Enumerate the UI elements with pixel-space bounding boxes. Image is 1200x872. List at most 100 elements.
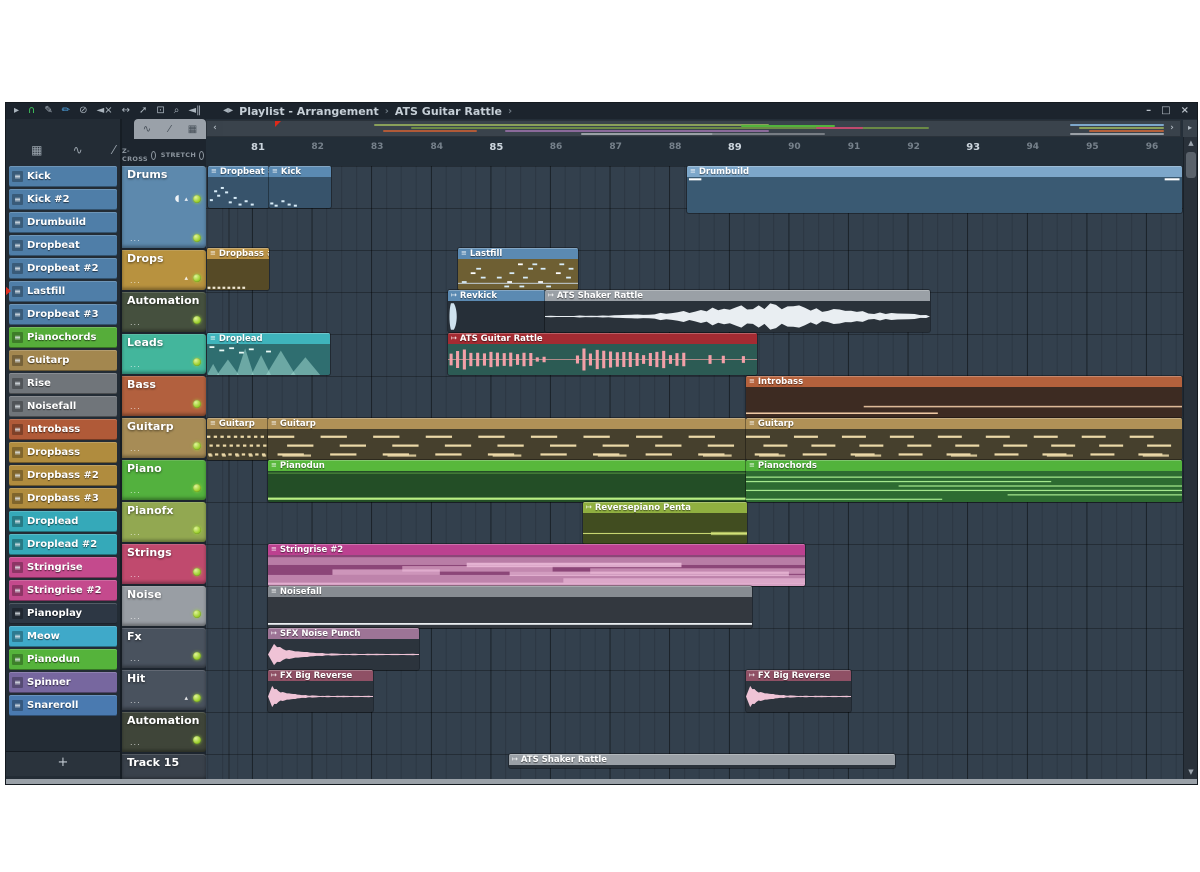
clip-introbass[interactable]: ≡Introbass (746, 376, 1182, 418)
minimize-button[interactable]: – (1146, 104, 1151, 118)
pattern-item-kick[interactable]: ≡Kick (9, 166, 117, 187)
snap-magnet-icon[interactable]: ∩ (28, 104, 35, 118)
pattern-item-dropbeat-3[interactable]: ≡Dropbeat #3 (9, 304, 117, 325)
track-menu-dots[interactable]: ... (130, 486, 141, 495)
clip-dropbass-2[interactable]: ≡Dropbass #2 (207, 248, 269, 290)
preview-speaker-icon[interactable]: ◄‖ (188, 104, 201, 118)
track-header-automation[interactable]: Automation... (122, 292, 206, 332)
track-mute-led[interactable] (193, 442, 201, 450)
track-mute-led[interactable] (193, 568, 201, 576)
track-header-pianofx[interactable]: Pianofx... (122, 502, 206, 542)
track-mute-led[interactable] (193, 195, 201, 203)
track-header-guitarp[interactable]: Guitarp... (122, 418, 206, 458)
clip-pianochords[interactable]: ≡Pianochords (746, 460, 1182, 502)
track-mute-led[interactable] (193, 736, 201, 744)
track-speaker-icon[interactable]: ◖ (175, 194, 180, 204)
draw-brush-icon[interactable]: ✏ (62, 104, 70, 118)
track-collapse-icon[interactable]: ▴ (184, 274, 188, 282)
track-header-track-15[interactable]: Track 15 (122, 754, 206, 780)
maximize-button[interactable]: □ (1161, 104, 1170, 118)
scroll-right-button[interactable]: › (1164, 121, 1180, 136)
clip-droplead[interactable]: ≡Droplead (207, 333, 330, 375)
paperclip-icon[interactable]: ✎ (44, 104, 52, 118)
track-mute-led[interactable] (193, 484, 201, 492)
track-collapse-icon[interactable]: ▴ (184, 694, 188, 702)
pattern-item-droplead-2[interactable]: ≡Droplead #2 (9, 534, 117, 555)
clip-ats-shaker-rattle[interactable]: ↦ATS Shaker Rattle (545, 290, 930, 332)
slip-icon[interactable]: ⊘ (79, 104, 87, 118)
pattern-item-meow[interactable]: ≡Meow (9, 626, 117, 647)
track-menu-dots[interactable]: ... (130, 570, 141, 579)
clip-kick[interactable]: ≡Kick (269, 166, 331, 208)
track-mute-led[interactable] (193, 610, 201, 618)
track-mute-led[interactable] (193, 526, 201, 534)
track-mute-led[interactable] (193, 400, 201, 408)
pattern-tab-icon[interactable]: ▦ (188, 124, 197, 135)
scroll-left-button[interactable]: ‹ (207, 121, 223, 136)
pattern-item-kick-2[interactable]: ≡Kick #2 (9, 189, 117, 210)
track-header-drops[interactable]: Drops▴... (122, 250, 206, 290)
clip-guitarp[interactable]: ≡Guitarp (207, 418, 268, 460)
minimap-corner-button[interactable]: ▸ (1183, 120, 1197, 137)
track-header-strings[interactable]: Strings... (122, 544, 206, 584)
clip-fx-big-reverse[interactable]: ↦FX Big Reverse (746, 670, 851, 712)
clip-drumbuild[interactable]: ≡Drumbuild (687, 166, 1182, 213)
pattern-item-stringrise-2[interactable]: ≡Stringrise #2 (9, 580, 117, 601)
clip-guitarp[interactable]: ≡Guitarp (268, 418, 746, 460)
pattern-item-stringrise[interactable]: ≡Stringrise (9, 557, 117, 578)
zoom-select-icon[interactable]: ⊡ (156, 104, 164, 118)
clip-revkick[interactable]: ↦Revkick (448, 290, 545, 332)
pattern-item-dropbeat[interactable]: ≡Dropbeat (9, 235, 117, 256)
clip-ats-shaker-rattle[interactable]: ↦ATS Shaker Rattle (509, 754, 895, 768)
slide-view-icon[interactable]: ⁄ (113, 143, 115, 157)
track-header-fx[interactable]: Fx... (122, 628, 206, 668)
scroll-down-button[interactable]: ▼ (1184, 766, 1197, 779)
track-header-hit[interactable]: Hit▴... (122, 670, 206, 710)
clip-dropbeat-2[interactable]: ≡Dropbeat #2 (208, 166, 269, 208)
pattern-item-pianochords[interactable]: ≡Pianochords (9, 327, 117, 348)
playback-marker-icon[interactable]: ➚ (139, 104, 147, 118)
minimap-overview[interactable] (223, 121, 1164, 136)
track-mute-led[interactable] (193, 358, 201, 366)
piano-view-icon[interactable]: ▦ (31, 143, 42, 157)
pattern-item-spinner[interactable]: ≡Spinner (9, 672, 117, 693)
breadcrumb-arrangement[interactable]: Playlist - Arrangement (239, 105, 379, 118)
pattern-item-guitarp[interactable]: ≡Guitarp (9, 350, 117, 371)
playlist-minimap[interactable]: ‹ › (206, 120, 1181, 137)
track-header-piano[interactable]: Piano... (122, 460, 206, 500)
add-pattern-button[interactable]: + (6, 751, 120, 776)
track-header-bass[interactable]: Bass... (122, 376, 206, 416)
track-menu-dots[interactable]: ... (130, 276, 141, 285)
clip-pianodun[interactable]: ≡Pianodun (268, 460, 746, 502)
clip-noisefall[interactable]: ≡Noisefall (268, 586, 752, 628)
pattern-item-dropbass-3[interactable]: ≡Dropbass #3 (9, 488, 117, 509)
breadcrumb-selection[interactable]: ATS Guitar Rattle (395, 105, 502, 118)
pattern-item-rise[interactable]: ≡Rise (9, 373, 117, 394)
clip-fx-big-reverse[interactable]: ↦FX Big Reverse (268, 670, 373, 712)
pattern-item-introbass[interactable]: ≡Introbass (9, 419, 117, 440)
track-menu-dots[interactable]: ... (130, 360, 141, 369)
track-menu-dots[interactable]: ... (130, 612, 141, 621)
scroll-up-button[interactable]: ▲ (1184, 137, 1197, 150)
track-menu-dots[interactable]: ... (130, 318, 141, 327)
pattern-item-dropbeat-2[interactable]: ≡Dropbeat #2 (9, 258, 117, 279)
track-mute-led[interactable] (193, 274, 201, 282)
pattern-item-drumbuild[interactable]: ≡Drumbuild (9, 212, 117, 233)
scrollbar-thumb[interactable] (1186, 152, 1196, 178)
magnifier-icon[interactable]: ⌕ (174, 104, 180, 118)
audio-tab-icon[interactable]: ∿ (143, 124, 151, 135)
mute-speaker-icon[interactable]: ◄× (97, 104, 113, 118)
timeline-ruler[interactable]: 81828384858687888990919293949596 (206, 137, 1183, 167)
track-menu-dots[interactable]: ... (130, 402, 141, 411)
pattern-item-lastfill[interactable]: ≡Lastfill (9, 281, 117, 302)
pattern-item-dropbass[interactable]: ≡Dropbass (9, 442, 117, 463)
pattern-item-pianodun[interactable]: ≡Pianodun (9, 649, 117, 670)
clip-reversepiano-penta[interactable]: ↦Reversepiano Penta (583, 502, 747, 544)
track-header-automation[interactable]: Automation... (122, 712, 206, 752)
playhead-marker[interactable] (275, 121, 281, 127)
stretch-toggle[interactable] (199, 151, 204, 160)
vertical-scrollbar[interactable]: ▲ ▼ (1183, 137, 1197, 779)
track-header-drums[interactable]: Drums◖▴... (122, 166, 206, 248)
clip-guitarp[interactable]: ≡Guitarp (746, 418, 1182, 460)
zcross-toggle[interactable] (151, 151, 156, 160)
